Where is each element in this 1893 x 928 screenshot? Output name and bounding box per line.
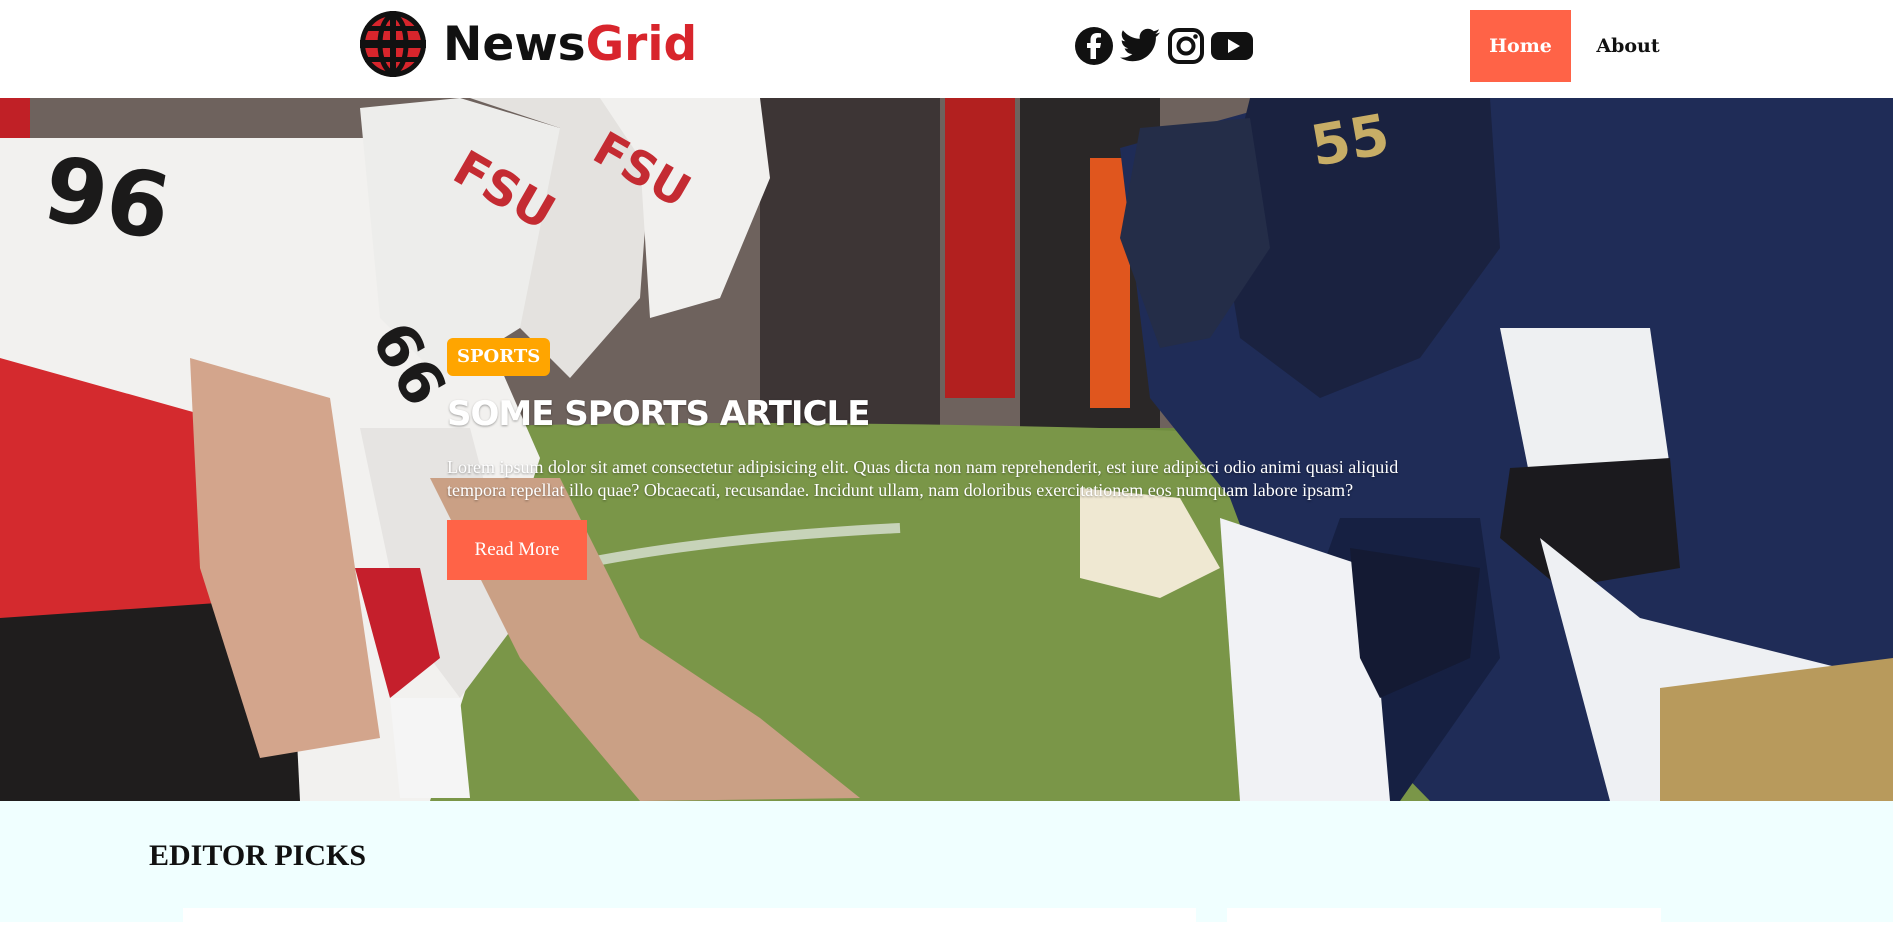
twitter-icon[interactable]: [1118, 24, 1162, 68]
pick-card-main[interactable]: [183, 908, 1196, 928]
nav-about-link[interactable]: About: [1571, 10, 1685, 82]
hero-content: SPORTS SOME SPORTS ARTICLE Lorem ipsum d…: [447, 338, 1407, 580]
read-more-button[interactable]: Read More: [447, 519, 587, 580]
svg-text:55: 55: [1306, 102, 1394, 180]
logo-text: NewsGrid: [443, 16, 698, 72]
globe-logo-icon: [360, 11, 426, 77]
pick-card-side[interactable]: [1227, 908, 1661, 928]
nav-home-link[interactable]: Home: [1470, 10, 1571, 82]
social-links: [1072, 24, 1254, 68]
section-title: EDITOR PICKS: [149, 839, 367, 872]
main-nav: Home About: [1470, 10, 1685, 82]
hero-title: SOME SPORTS ARTICLE: [447, 393, 870, 434]
hero-banner: FSU FSU 96 66 55 SPORTS SOME SPORTS ARTI…: [0, 98, 1893, 801]
site-header: NewsGrid Home About: [0, 0, 1893, 98]
editor-picks-section: EDITOR PICKS: [0, 801, 1893, 928]
category-badge[interactable]: SPORTS: [447, 338, 551, 376]
instagram-icon[interactable]: [1164, 24, 1208, 68]
hero-excerpt: Lorem ipsum dolor sit amet consectetur a…: [447, 456, 1399, 500]
svg-text:96: 96: [36, 136, 178, 261]
logo-link[interactable]: NewsGrid: [351, 9, 697, 79]
youtube-icon[interactable]: [1210, 24, 1254, 68]
facebook-icon[interactable]: [1072, 24, 1116, 68]
